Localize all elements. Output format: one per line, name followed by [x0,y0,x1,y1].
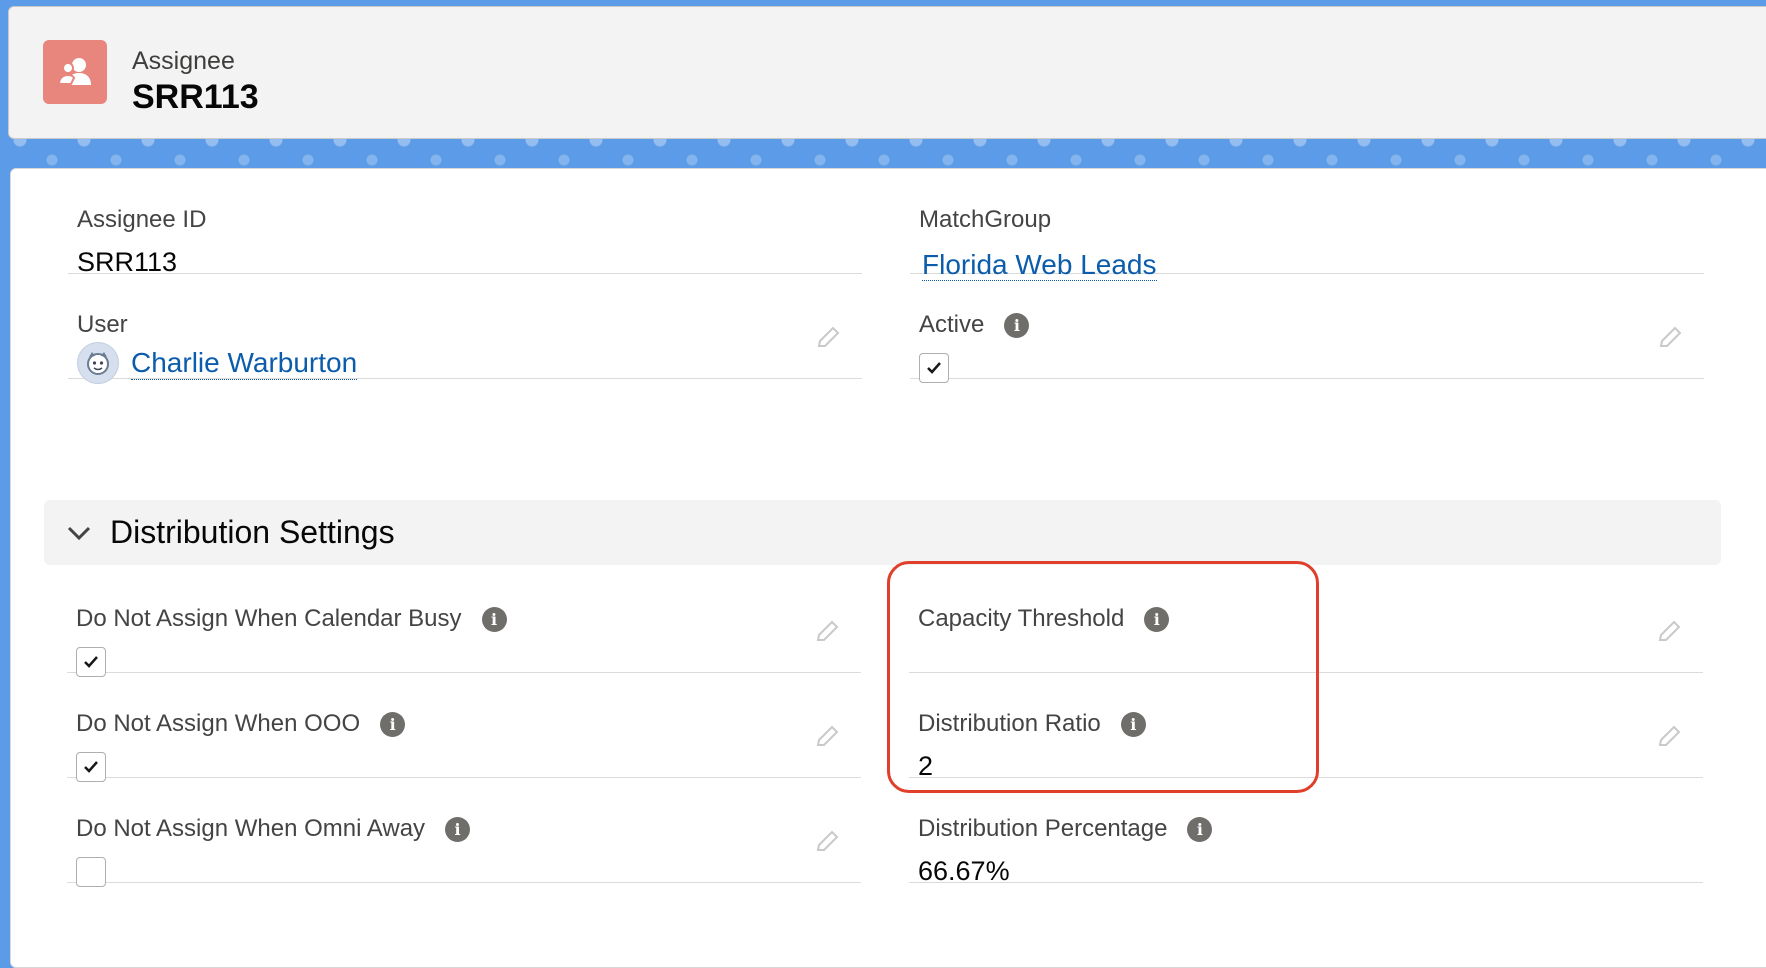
info-icon[interactable]: i [481,606,507,632]
info-icon[interactable]: i [380,711,406,737]
record-header: Assignee SRR113 [8,6,1766,139]
object-label: Assignee [132,47,235,75]
edit-pencil-icon[interactable] [813,723,841,751]
assignee-icon [43,40,107,104]
field-distribution-percentage: Distribution Percentage i 66.67% [909,778,1703,886]
field-label: Do Not Assign When Omni Away [76,815,426,842]
field-calendar-busy: Do Not Assign When Calendar Busy i [67,568,861,677]
distribution-percentage-value: 66.67% [918,856,1010,886]
edit-pencil-icon[interactable] [1655,618,1683,646]
checkmark-icon [84,761,98,773]
omni-away-checkbox [76,857,106,887]
record-title: SRR113 [132,78,259,116]
info-icon[interactable]: i [1187,816,1213,842]
edit-pencil-icon[interactable] [1655,723,1683,751]
info-icon[interactable]: i [445,816,471,842]
edit-pencil-icon[interactable] [813,618,841,646]
checkmark-icon [84,656,98,668]
field-label: Distribution Percentage [918,815,1168,842]
field-label: Do Not Assign When Calendar Busy [76,605,462,632]
edit-pencil-icon[interactable] [813,828,841,856]
distribution-fields: Do Not Assign When Calendar Busy i Capac… [10,168,1766,940]
field-omni-away: Do Not Assign When Omni Away i [67,778,861,887]
field-label: Do Not Assign When OOO [76,710,361,737]
highlight-annotation [887,561,1319,793]
field-ooo: Do Not Assign When OOO i [67,673,861,782]
